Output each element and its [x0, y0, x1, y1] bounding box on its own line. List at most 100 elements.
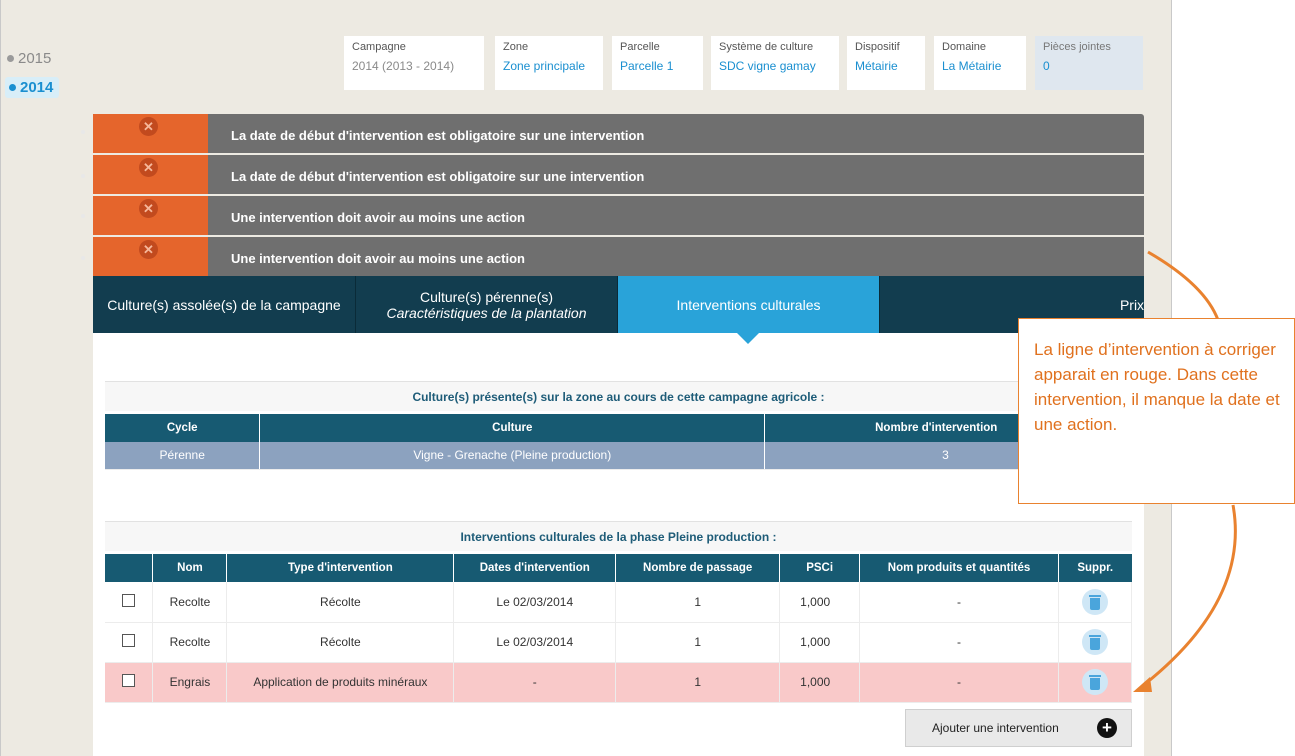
cell-cycle: Pérenne — [105, 442, 261, 470]
info-zone[interactable]: Zone Zone principale — [495, 36, 603, 90]
app-frame: 2015 2014 Campagne 2014 (2013 - 2014) Zo… — [0, 0, 1172, 756]
table-row[interactable]: Pérenne Vigne - Grenache (Pleine product… — [105, 442, 1132, 470]
cell-psci: 1,000 — [779, 622, 861, 663]
cell-psci: 1,000 — [779, 662, 861, 703]
plus-circle-icon: + — [1097, 718, 1117, 738]
info-value: 2014 (2013 - 2014) — [352, 59, 455, 73]
info-label: Pièces jointes — [1043, 41, 1111, 53]
interventions-table: Nom Type d'intervention Dates d'interven… — [105, 554, 1133, 703]
row-checkbox[interactable] — [122, 674, 136, 687]
error-text: Une intervention doit avoir au moins une… — [231, 210, 525, 225]
cell-psci: 1,000 — [779, 582, 861, 623]
error-message: ✕ La date de début d'intervention est ob… — [93, 114, 1144, 153]
annotation-text: La ligne d’intervention à corriger appar… — [1034, 340, 1280, 434]
info-label: Domaine — [942, 41, 987, 53]
year-bullet-icon — [9, 84, 16, 91]
info-parcelle[interactable]: Parcelle Parcelle 1 — [612, 36, 703, 90]
tab-label: Prix — [1119, 296, 1145, 313]
error-message: ✕ La date de début d'intervention est ob… — [93, 155, 1144, 194]
column-header: Nom — [152, 554, 228, 582]
cell-passages: 1 — [615, 662, 781, 703]
info-link[interactable]: La Métairie — [942, 59, 1018, 73]
error-x-icon: ✕ — [139, 240, 158, 259]
row-checkbox[interactable] — [122, 593, 136, 607]
error-bullet-icon — [81, 174, 85, 178]
info-label: Campagne — [352, 41, 406, 53]
table-row[interactable]: Recolte Récolte Le 02/03/2014 1 1,000 - — [105, 622, 1133, 663]
interventions-panel: Culture(s) présente(s) sur la zone au co… — [93, 333, 1144, 756]
error-x-icon: ✕ — [139, 117, 158, 136]
info-link[interactable]: Zone principale — [503, 59, 595, 73]
info-domaine[interactable]: Domaine La Métairie — [934, 36, 1026, 90]
info-pieces-jointes[interactable]: Pièces jointes 0 — [1035, 36, 1143, 90]
column-header: Culture — [259, 414, 766, 442]
error-bullet-icon — [81, 130, 85, 134]
error-bullet-icon — [81, 256, 85, 260]
trash-icon[interactable] — [1081, 669, 1108, 695]
error-text: La date de début d'intervention est obli… — [231, 128, 645, 143]
column-header: Type d'intervention — [226, 554, 455, 582]
tab-label: Interventions culturales — [676, 296, 821, 313]
info-link[interactable]: Métairie — [855, 59, 917, 73]
table-header-row: Nom Type d'intervention Dates d'interven… — [105, 554, 1132, 582]
crops-table: Cycle Culture Nombre d'intervention Pére… — [105, 414, 1132, 470]
error-x-icon: ✕ — [139, 158, 158, 177]
cell-type: Application de produits minéraux — [226, 662, 455, 703]
table-header-row: Cycle Culture Nombre d'intervention — [105, 414, 1132, 442]
interventions-section-title: Interventions culturales de la phase Ple… — [105, 521, 1132, 551]
column-header: Cycle — [105, 414, 261, 442]
year-item-2015[interactable]: 2015 — [7, 50, 51, 67]
error-text: Une intervention doit avoir au moins une… — [231, 251, 525, 266]
info-link[interactable]: Parcelle 1 — [620, 59, 695, 73]
info-label: Dispositif — [855, 41, 900, 53]
cell-type: Récolte — [226, 622, 455, 663]
tab-cultures-perennes[interactable]: Culture(s) pérenne(s) Caractéristiques d… — [356, 276, 618, 333]
add-intervention-button[interactable]: Ajouter une intervention + — [905, 709, 1132, 747]
column-header: Nombre de passage — [615, 554, 781, 582]
cell-dates: Le 02/03/2014 — [453, 582, 617, 623]
trash-icon[interactable] — [1081, 629, 1108, 655]
column-header: Suppr. — [1058, 554, 1132, 582]
info-link[interactable]: SDC vigne gamay — [719, 59, 831, 73]
table-row-error[interactable]: Engrais Application de produits minéraux… — [105, 662, 1133, 703]
cell-nom: Recolte — [152, 622, 228, 663]
tab-sublabel: Caractéristiques de la plantation — [386, 304, 587, 321]
cell-dates: - — [453, 662, 617, 703]
error-message: ✕ Une intervention doit avoir au moins u… — [93, 196, 1144, 235]
info-systeme[interactable]: Système de culture SDC vigne gamay — [711, 36, 839, 90]
info-dispositif[interactable]: Dispositif Métairie — [847, 36, 925, 90]
info-campagne: Campagne 2014 (2013 - 2014) — [344, 36, 484, 90]
error-message: ✕ Une intervention doit avoir au moins u… — [93, 237, 1144, 276]
year-label: 2015 — [18, 50, 52, 67]
cell-culture: Vigne - Grenache (Pleine production) — [259, 442, 766, 470]
column-header — [105, 554, 154, 582]
year-item-2014-selected[interactable]: 2014 — [5, 77, 60, 98]
table-row[interactable]: Recolte Récolte Le 02/03/2014 1 1,000 - — [105, 582, 1133, 623]
add-intervention-label: Ajouter une intervention — [932, 721, 1059, 735]
tab-cultures-assolees[interactable]: Culture(s) assolée(s) de la campagne — [93, 276, 356, 333]
active-tab-pointer-icon — [737, 333, 759, 344]
tab-label: Culture(s) assolée(s) de la campagne — [107, 296, 341, 313]
error-text: La date de début d'intervention est obli… — [231, 169, 645, 184]
column-header: Dates d'intervention — [453, 554, 617, 582]
info-label: Parcelle — [620, 41, 660, 53]
info-label: Zone — [503, 41, 529, 53]
cell-nom: Engrais — [152, 662, 228, 703]
tab-label: Culture(s) pérenne(s) — [419, 288, 554, 305]
year-label: 2014 — [20, 79, 54, 96]
column-header: PSCi — [779, 554, 861, 582]
cell-nom: Recolte — [152, 582, 228, 623]
cell-products: - — [859, 582, 1059, 623]
trash-icon[interactable] — [1081, 588, 1108, 615]
error-bullet-icon — [81, 214, 85, 218]
crops-section-title: Culture(s) présente(s) sur la zone au co… — [105, 381, 1132, 411]
cell-passages: 1 — [615, 582, 781, 623]
row-checkbox[interactable] — [122, 634, 136, 647]
error-x-icon: ✕ — [139, 199, 158, 218]
cell-passages: 1 — [615, 622, 781, 663]
info-link[interactable]: 0 — [1043, 59, 1135, 73]
cell-dates: Le 02/03/2014 — [453, 622, 617, 663]
column-header: Nom produits et quantités — [859, 554, 1059, 582]
tab-interventions-culturales[interactable]: Interventions culturales — [618, 276, 880, 333]
cell-products: - — [859, 622, 1059, 663]
